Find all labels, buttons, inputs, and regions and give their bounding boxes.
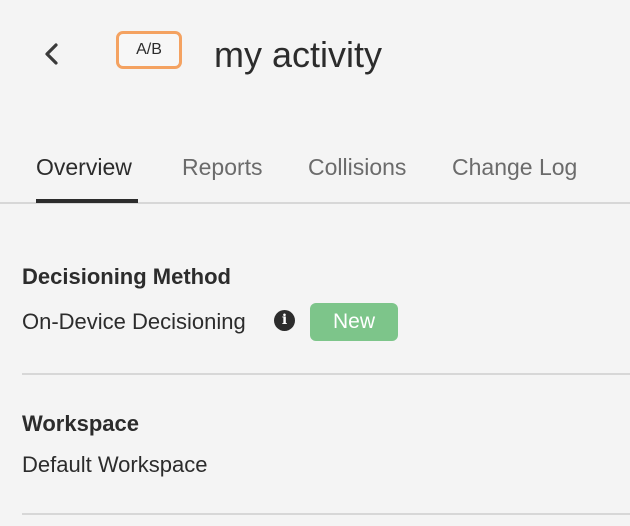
tab-bar: Overview Reports Collisions Change Log [0,140,630,204]
info-icon[interactable]: i [274,310,295,331]
section-divider [22,513,630,515]
decisioning-method-label: Decisioning Method [22,264,231,289]
tab-change-log[interactable]: Change Log [452,152,577,182]
decisioning-method-value: On-Device Decisioning [22,309,246,334]
activity-header: A/B my activity [0,0,630,110]
workspace-label: Workspace [22,411,139,436]
new-status-badge: New [310,303,398,341]
tab-reports[interactable]: Reports [182,152,263,182]
activity-title: my activity [214,34,383,75]
tab-collisions[interactable]: Collisions [308,152,406,182]
chevron-left-icon [45,43,58,65]
workspace-value: Default Workspace [22,452,208,477]
back-button[interactable] [38,38,66,70]
active-tab-indicator [36,199,138,203]
tab-overview[interactable]: Overview [36,152,132,182]
activity-type-badge: A/B [116,31,182,69]
section-divider [22,373,630,375]
